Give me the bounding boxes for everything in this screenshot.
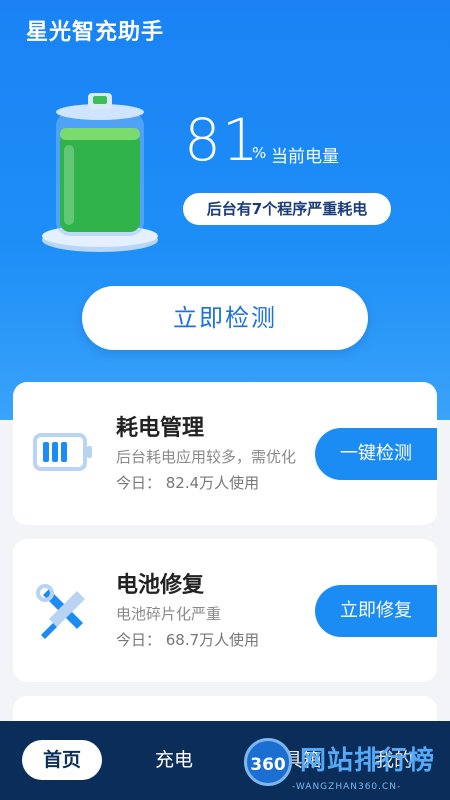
- card-battery-repair[interactable]: 电池修复 电池碎片化严重 今日： 68.7万人使用 立即修复: [13, 539, 437, 682]
- battery-icon: [33, 422, 93, 482]
- card-usage-count: 今日： 82.4万人使用: [116, 474, 260, 492]
- card-title: 电池修复: [116, 573, 205, 598]
- watermark-logo: 360: [244, 738, 292, 786]
- tools-icon: [33, 583, 93, 643]
- repair-now-button[interactable]: 立即修复: [315, 585, 437, 637]
- card-power-management[interactable]: 耗电管理 后台耗电应用较多，需优化 今日： 82.4万人使用 一键检测: [13, 382, 437, 525]
- battery-illustration-icon: [38, 90, 162, 260]
- battery-percent-value: 81: [184, 106, 260, 174]
- card-usage-count: 今日： 68.7万人使用: [116, 631, 260, 649]
- background-drain-notice[interactable]: 后台有7个程序严重耗电: [183, 193, 391, 225]
- detect-now-button[interactable]: 立即检测: [82, 286, 368, 350]
- battery-percent-unit: %: [252, 144, 267, 162]
- one-key-detect-button[interactable]: 一键检测: [315, 428, 437, 480]
- watermark-subtext: -WANGZHAN360.CN-: [292, 782, 402, 792]
- card-description: 电池碎片化严重: [116, 605, 222, 623]
- card-description: 后台耗电应用较多，需优化: [116, 448, 297, 466]
- tab-home[interactable]: 首页: [22, 740, 102, 780]
- app-title: 星光智充助手: [26, 20, 165, 45]
- card-title: 耗电管理: [116, 416, 205, 441]
- battery-label: 当前电量: [271, 147, 339, 167]
- watermark-text: 网站排行榜: [300, 746, 436, 776]
- tab-charge[interactable]: 充电: [152, 740, 196, 780]
